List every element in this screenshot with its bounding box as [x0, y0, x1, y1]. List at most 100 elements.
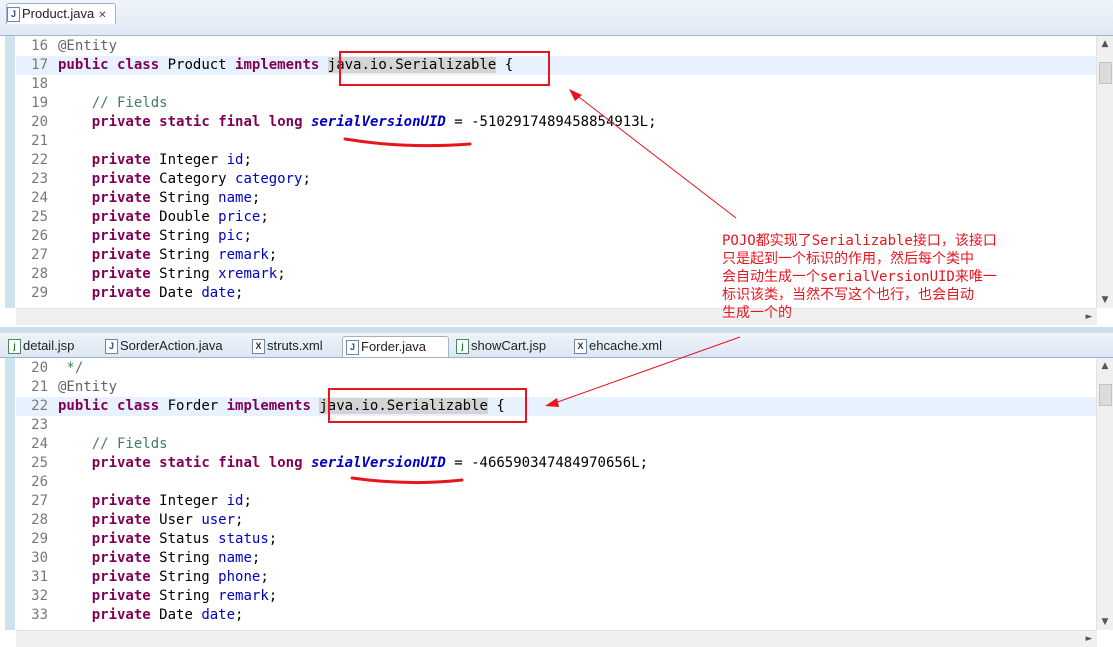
code-text: @Entity [58, 378, 117, 397]
scroll-thumb[interactable] [1099, 62, 1112, 84]
code-line[interactable]: 18 [16, 75, 1097, 94]
horizontal-scrollbar[interactable]: ► [16, 630, 1097, 647]
code-line[interactable]: 22 private Integer id; [16, 151, 1097, 170]
code-token: ; [243, 152, 252, 168]
code-text: private static final long serialVersionU… [58, 113, 657, 132]
editor-tab-bar: j detail.jsp J SorderAction.java Xstruts.x… [0, 333, 1113, 358]
tab-detail-jsp[interactable]: j detail.jsp [8, 336, 74, 356]
line-number: 22 [31, 398, 48, 414]
code-token: ; [235, 512, 244, 528]
code-token: public [58, 57, 109, 73]
code-line[interactable]: 28 private User user; [16, 511, 1097, 530]
vertical-scrollbar[interactable]: ▲ ▼ [1096, 358, 1113, 630]
code-token: class [117, 398, 160, 414]
code-token: status [218, 531, 269, 547]
code-line[interactable]: 17 public class Product implements java.i… [16, 56, 1097, 75]
scroll-down-icon[interactable]: ▼ [1097, 292, 1113, 308]
scroll-thumb[interactable] [1099, 384, 1112, 406]
scroll-down-icon[interactable]: ▼ [1097, 614, 1113, 630]
code-token: xremark [218, 266, 278, 282]
code-text: private String name; [58, 549, 261, 568]
scroll-right-icon[interactable]: ► [1081, 309, 1097, 325]
tab-showcart-jsp[interactable]: j showCart.jsp [456, 336, 546, 356]
code-token: serialVersionUID [310, 455, 446, 471]
tab-forder-java[interactable]: J Forder.java [342, 336, 449, 357]
line-number: 29 [31, 531, 48, 547]
code-token: private [91, 285, 151, 301]
code-text: private Integer id; [58, 151, 252, 170]
vertical-scrollbar[interactable]: ▲ ▼ [1096, 36, 1113, 308]
code-token: Integer [150, 493, 227, 509]
tab-struts-xml[interactable]: Xstruts.xml [252, 336, 323, 356]
code-editor[interactable]: 20 */21 @Entity 22 public class Forder impl… [16, 358, 1097, 630]
code-line[interactable]: 20 */ [16, 359, 1097, 378]
code-line[interactable]: 22 public class Forder implements java.io… [16, 397, 1097, 416]
code-line[interactable]: 25 private static final long serialVersi… [16, 454, 1097, 473]
code-token: remark [218, 588, 269, 604]
scroll-up-icon[interactable]: ▲ [1097, 358, 1113, 374]
line-number: 25 [31, 209, 48, 225]
tab-product-java[interactable]: J Product.java ✕ [6, 3, 116, 24]
code-text: private Date date; [58, 284, 244, 303]
code-line[interactable]: 31 private String phone; [16, 568, 1097, 587]
code-line[interactable]: 33 private Date date; [16, 606, 1097, 625]
code-token: private [91, 171, 151, 187]
editor-tab-bar: J Product.java ✕ [0, 0, 1113, 36]
code-line[interactable]: 24 // Fields [16, 435, 1097, 454]
code-token: ; [243, 493, 252, 509]
code-line[interactable]: 29 private Status status; [16, 530, 1097, 549]
code-token: private [91, 588, 151, 604]
code-line[interactable]: 21 [16, 132, 1097, 151]
code-line[interactable]: 26 [16, 473, 1097, 492]
code-line[interactable]: 19 // Fields [16, 94, 1097, 113]
code-line[interactable]: 27 private Integer id; [16, 492, 1097, 511]
tab-sorderaction-java[interactable]: J SorderAction.java [105, 336, 223, 356]
code-line[interactable]: 23 [16, 416, 1097, 435]
code-text: private String xremark; [58, 265, 286, 284]
code-token: private [91, 266, 151, 282]
code-token: ; [251, 550, 261, 566]
code-text: private Category category; [58, 170, 311, 189]
code-text: private String remark; [58, 246, 277, 265]
line-number: 26 [31, 474, 48, 490]
line-number: 28 [31, 512, 48, 528]
code-line[interactable]: 21 @Entity [16, 378, 1097, 397]
line-number: 24 [31, 436, 48, 452]
code-text: private User user; [58, 511, 244, 530]
code-text: private String remark; [58, 587, 277, 606]
code-token: class [117, 57, 160, 73]
code-token: private [91, 531, 151, 547]
code-token: name [218, 190, 252, 206]
code-line[interactable]: 30 private String name; [16, 549, 1097, 568]
xml-file-icon: X [252, 339, 265, 355]
tab-ehcache-xml[interactable]: Xehcache.xml [574, 336, 662, 356]
code-token: private [91, 228, 151, 244]
line-number: 16 [31, 38, 48, 54]
code-token: ; [277, 266, 286, 282]
close-icon[interactable]: ✕ [98, 10, 106, 21]
code-line[interactable]: 25 private Double price; [16, 208, 1097, 227]
scroll-right-icon[interactable]: ► [1081, 631, 1097, 647]
code-line[interactable]: 20 private static final long serialVersi… [16, 113, 1097, 132]
scroll-up-icon[interactable]: ▲ [1097, 36, 1113, 52]
code-text: private String name; [58, 189, 261, 208]
code-token: static [159, 455, 210, 471]
code-line[interactable]: 16 @Entity [16, 37, 1097, 56]
code-line[interactable]: 24 private String name; [16, 189, 1097, 208]
code-line[interactable]: 32 private String remark; [16, 587, 1097, 606]
code-token: date [201, 607, 236, 623]
code-token: String [150, 588, 219, 604]
code-token: // Fields [91, 95, 168, 111]
code-line[interactable]: 23 private Category category; [16, 170, 1097, 189]
code-token: private [91, 152, 151, 168]
